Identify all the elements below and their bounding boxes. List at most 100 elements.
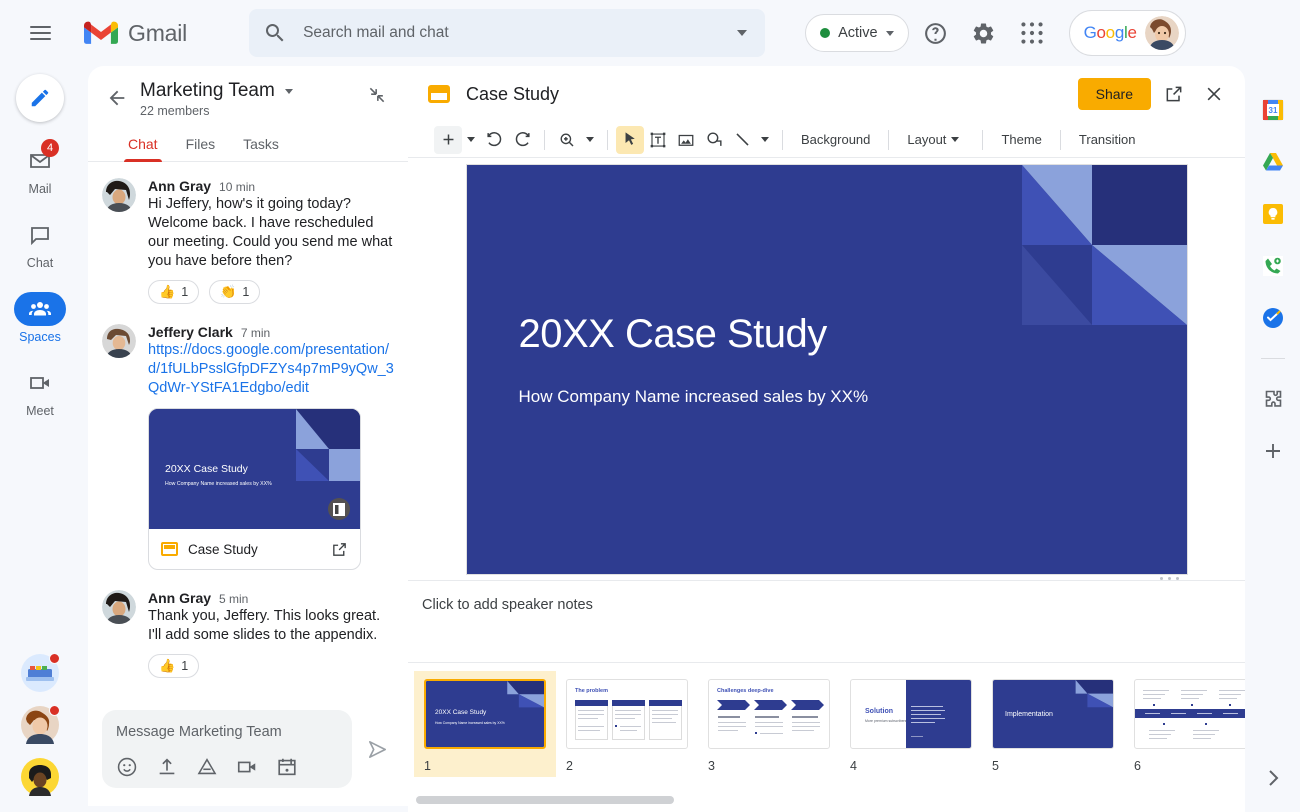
tab-chat[interactable]: Chat xyxy=(114,128,172,161)
send-button[interactable] xyxy=(360,732,394,766)
collapse-panel-button[interactable] xyxy=(362,80,392,110)
tab-label: Files xyxy=(186,136,216,152)
calendar-icon[interactable] xyxy=(276,756,298,778)
open-in-new-button[interactable] xyxy=(1157,77,1191,111)
google-tasks-icon[interactable] xyxy=(1261,306,1285,330)
pencil-icon xyxy=(29,87,51,109)
background-button[interactable]: Background xyxy=(791,127,880,153)
notification-dot-icon xyxy=(49,653,60,664)
google-voice-icon[interactable] xyxy=(1261,254,1285,278)
space-header: Marketing Team 22 members xyxy=(88,66,408,118)
google-drive-icon[interactable] xyxy=(196,756,218,778)
avatar[interactable] xyxy=(102,178,136,212)
tab-tasks[interactable]: Tasks xyxy=(229,128,293,161)
divider xyxy=(1261,358,1285,359)
chevron-right-icon[interactable] xyxy=(1261,766,1285,790)
list-item[interactable] xyxy=(21,654,59,692)
filmstrip-slide-3[interactable]: Challenges deep-dive xyxy=(698,671,840,777)
document-title: Case Study xyxy=(466,84,1078,105)
sidebar-item-chat[interactable]: Chat xyxy=(8,218,72,270)
divider xyxy=(544,130,545,150)
google-calendar-icon[interactable]: 31 xyxy=(1261,98,1285,122)
avatar[interactable] xyxy=(102,590,136,624)
google-apps-button[interactable] xyxy=(1011,12,1053,54)
emoji-icon[interactable] xyxy=(116,756,138,778)
avatar[interactable] xyxy=(1145,16,1179,50)
google-keep-icon[interactable] xyxy=(1261,202,1285,226)
insert-image-button[interactable] xyxy=(672,126,700,154)
text-box-tool-button[interactable] xyxy=(644,126,672,154)
avatar[interactable] xyxy=(102,324,136,358)
plus-icon[interactable] xyxy=(1261,439,1285,463)
tab-files[interactable]: Files xyxy=(172,128,230,161)
video-camera-icon[interactable] xyxy=(236,756,258,778)
link-preview-card[interactable]: 20XX Case Study How Company Name increas… xyxy=(148,408,361,570)
zoom-button[interactable] xyxy=(553,126,581,154)
google-slides-icon xyxy=(428,85,450,103)
reaction-chip[interactable]: 👍 1 xyxy=(148,280,199,304)
reaction-count: 1 xyxy=(181,659,188,673)
slide-thumbnail xyxy=(1134,679,1245,749)
status-label: Active xyxy=(838,25,878,41)
insert-shape-button[interactable] xyxy=(700,126,728,154)
undo-button[interactable] xyxy=(480,126,508,154)
zoom-chevron-down-icon[interactable] xyxy=(586,137,594,142)
transition-button[interactable]: Transition xyxy=(1069,127,1146,153)
gear-icon xyxy=(971,21,996,46)
gmail-brand[interactable]: Gmail xyxy=(84,20,187,47)
slide-canvas-area: 20XX Case Study How Company Name increas… xyxy=(408,158,1245,580)
notes-resize-handle[interactable] xyxy=(1160,577,1179,580)
select-tool-button[interactable] xyxy=(616,126,644,154)
list-item[interactable] xyxy=(21,758,59,796)
theme-button[interactable]: Theme xyxy=(991,127,1051,153)
search-input[interactable]: Search mail and chat xyxy=(249,9,765,57)
divider xyxy=(888,130,889,150)
puzzle-piece-icon[interactable] xyxy=(1261,387,1285,411)
close-panel-button[interactable] xyxy=(1197,77,1231,111)
new-slide-button[interactable] xyxy=(434,126,462,154)
notes-divider xyxy=(408,580,1245,581)
top-bar-actions: Active xyxy=(805,10,1186,56)
speaker-notes-input[interactable]: Click to add speaker notes xyxy=(408,581,1245,649)
filmstrip-slide-5[interactable]: Implementation 5 xyxy=(982,671,1124,777)
message-link[interactable]: https://docs.google.com/presentation/d/1… xyxy=(148,341,394,398)
thumb-title: Implementation xyxy=(1005,711,1053,718)
back-button[interactable] xyxy=(102,83,132,113)
filmstrip-horizontal-scrollbar[interactable] xyxy=(416,796,674,804)
layout-button[interactable]: Layout xyxy=(897,127,974,153)
thumb-chevrons xyxy=(709,680,830,749)
main-menu-icon[interactable] xyxy=(18,11,62,55)
share-button[interactable]: Share xyxy=(1078,78,1151,110)
insert-line-button[interactable] xyxy=(728,126,756,154)
sidebar-item-meet[interactable]: Meet xyxy=(8,366,72,418)
sidebar-item-spaces[interactable]: Spaces xyxy=(8,292,72,344)
filmstrip-slide-4[interactable]: Solution More premium subscribers 4 xyxy=(840,671,982,777)
status-badge[interactable]: Active xyxy=(805,14,909,52)
line-chevron-down-icon[interactable] xyxy=(761,137,769,142)
chat-bubble-icon xyxy=(28,223,52,247)
filmstrip-slide-6[interactable]: 6 xyxy=(1124,671,1245,777)
search-options-chevron-down-icon[interactable] xyxy=(737,30,747,36)
current-slide[interactable]: 20XX Case Study How Company Name increas… xyxy=(467,165,1187,574)
space-menu-chevron-down-icon[interactable] xyxy=(285,89,293,94)
top-bar: Gmail Search mail and chat Active xyxy=(0,0,1300,66)
redo-button[interactable] xyxy=(508,126,536,154)
slide-title-text: 20XX Case Study xyxy=(519,312,827,357)
page-title: Marketing Team xyxy=(140,80,275,102)
help-button[interactable] xyxy=(915,12,957,54)
back-arrow-icon xyxy=(106,87,128,109)
google-drive-icon[interactable] xyxy=(1261,150,1285,174)
reaction-chip[interactable]: 👏 1 xyxy=(209,280,260,304)
upload-icon[interactable] xyxy=(156,756,178,778)
compose-button[interactable] xyxy=(16,74,64,122)
filmstrip-slide-2[interactable]: The problem xyxy=(556,671,698,777)
settings-button[interactable] xyxy=(963,12,1005,54)
reaction-chip[interactable]: 👍 1 xyxy=(148,654,199,678)
open-in-new-icon[interactable] xyxy=(331,541,348,558)
account-button[interactable]: Google xyxy=(1069,10,1186,56)
new-slide-chevron-down-icon[interactable] xyxy=(467,137,475,142)
filmstrip-slide-1[interactable]: 20XX Case Study How Company Name increas… xyxy=(414,671,556,777)
sidebar-item-mail[interactable]: 4 Mail xyxy=(8,144,72,196)
composer-box[interactable]: Message Marketing Team xyxy=(102,710,352,788)
list-item[interactable] xyxy=(21,706,59,744)
